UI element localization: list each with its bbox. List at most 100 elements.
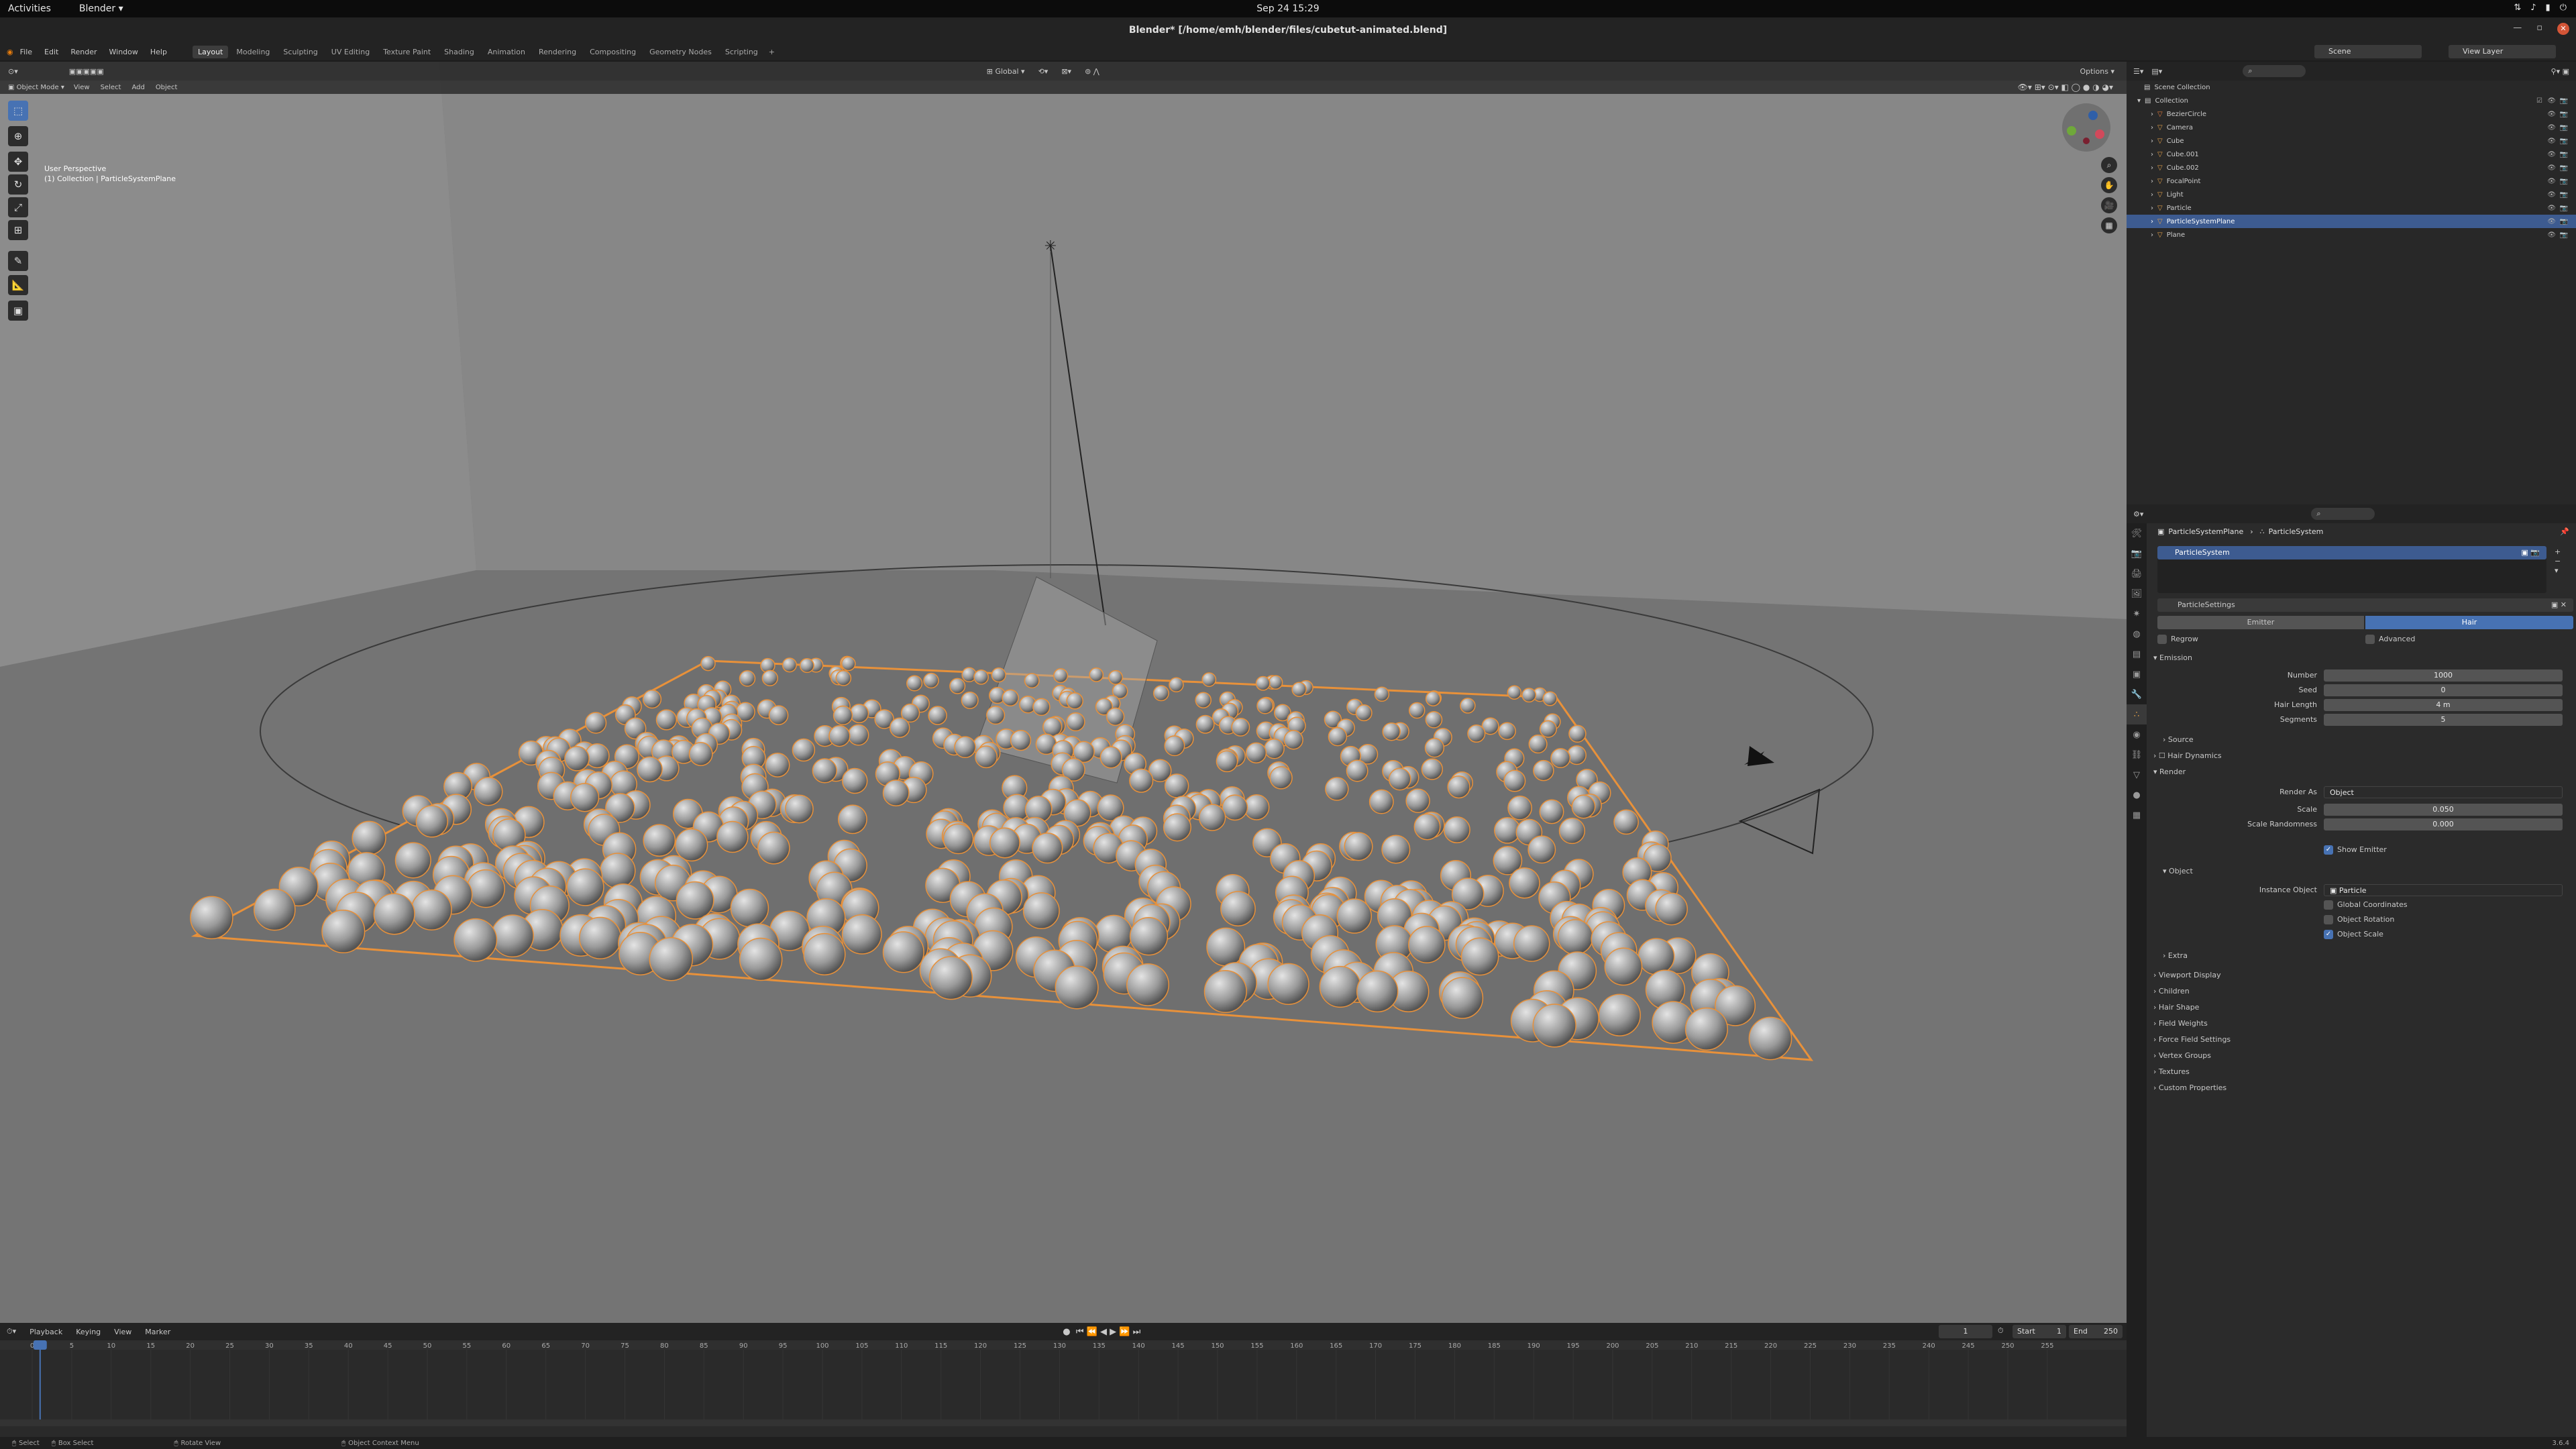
timeline-editor[interactable]: ⏱▾ Playback Keying View Marker ● ⏮ ⏪ ◀ ▶ ⏩ …: [0, 1323, 2127, 1437]
eye-icon[interactable]: 👁: [2547, 151, 2556, 158]
type-emitter-button[interactable]: Emitter: [2157, 616, 2364, 629]
panel-force-field-settings[interactable]: › Force Field Settings: [2153, 1032, 2231, 1048]
tab-geometry-nodes[interactable]: Geometry Nodes: [644, 46, 717, 58]
collection-tab-icon[interactable]: ▤: [2127, 644, 2147, 664]
shading-modes-icon[interactable]: 👁▾ ⊞▾ ⊙▾ ◧ ◯ ● ◑ ◕▾: [2018, 83, 2113, 92]
outliner-item[interactable]: › ▽ BezierCircle 👁 📷: [2127, 107, 2576, 121]
playhead-frame-marker[interactable]: [33, 1340, 47, 1350]
options-button[interactable]: Options ▾: [2075, 66, 2120, 77]
viewport-menu-select[interactable]: Select: [101, 84, 121, 91]
menu-render[interactable]: Render: [70, 48, 97, 56]
orientation-dropdown[interactable]: ⊞ Global ▾: [981, 66, 1030, 77]
properties-panel[interactable]: ⚙▾ ⌕ 🛠 📷 🖨 🖼 ✷ ◍ ▤ ▣ 🔧 ∴ ◉ ⛓ ▽ ● ▦ ▣ Par…: [2127, 504, 2576, 1442]
start-frame-field[interactable]: Start 1: [2012, 1325, 2066, 1338]
close-button[interactable]: ✕: [2557, 23, 2569, 35]
physics-tab-icon[interactable]: ◉: [2127, 724, 2147, 745]
snap-icon[interactable]: ⊠▾: [1056, 66, 1077, 77]
disclosure-triangle-icon[interactable]: ›: [2151, 231, 2153, 239]
scale-field[interactable]: 0.050: [2324, 804, 2563, 816]
proportional-edit-icon[interactable]: ⊚ ⋀: [1079, 66, 1105, 77]
object-rotation-checkbox[interactable]: [2324, 915, 2333, 924]
hair-length-field[interactable]: 4 m: [2324, 699, 2563, 711]
disclosure-triangle-icon[interactable]: ›: [2151, 151, 2153, 158]
eye-icon[interactable]: 👁: [2547, 164, 2556, 172]
scene-tab-icon[interactable]: ✷: [2127, 604, 2147, 624]
view-layer-tab-icon[interactable]: 🖼: [2127, 584, 2147, 604]
segments-field[interactable]: 5: [2324, 714, 2563, 726]
maximize-button[interactable]: ▫: [2536, 23, 2542, 35]
camera-render-icon[interactable]: 📷: [2560, 205, 2568, 212]
app-menu-button[interactable]: Blender ▾: [79, 3, 123, 14]
viewport-scene[interactable]: ✳: [0, 62, 2127, 1323]
outliner-item[interactable]: › ▽ Light 👁 📷: [2127, 188, 2576, 201]
outliner-search-icon[interactable]: ⌕: [2243, 65, 2306, 77]
view-layer-selector[interactable]: View Layer: [2449, 45, 2556, 58]
data-tab-icon[interactable]: ▽: [2127, 765, 2147, 785]
cursor-tool-icon[interactable]: ⊕: [8, 126, 28, 146]
tab-layout[interactable]: Layout: [192, 45, 229, 58]
camera-render-icon[interactable]: 📷: [2560, 231, 2568, 239]
tool-tab-icon[interactable]: 🛠: [2127, 523, 2147, 543]
camera-view-icon[interactable]: 🎥: [2101, 197, 2117, 213]
outliner-filter-icon[interactable]: ⚲▾ ▣: [2551, 67, 2569, 76]
menu-help[interactable]: Help: [150, 48, 167, 56]
disclosure-triangle-icon[interactable]: ›: [2151, 218, 2153, 225]
hair-dynamics-panel[interactable]: › ☐ Hair Dynamics: [2153, 751, 2222, 760]
system-tray[interactable]: ⇅ ♪ ▮ ⏻: [2514, 3, 2567, 13]
camera-render-icon[interactable]: 📷: [2560, 178, 2568, 185]
blender-logo-icon[interactable]: ◉: [7, 48, 13, 56]
select-mode-icons[interactable]: ▣▣▣▣▣: [64, 66, 109, 77]
viewport-menu-object[interactable]: Object: [156, 84, 178, 91]
object-tab-icon[interactable]: ▣: [2127, 664, 2147, 684]
viewport-menu-view[interactable]: View: [74, 84, 90, 91]
disclosure-triangle-icon[interactable]: ▾: [2137, 97, 2141, 105]
x-axis-icon[interactable]: [2095, 129, 2104, 139]
menu-window[interactable]: Window: [109, 48, 138, 56]
eye-icon[interactable]: 👁: [2547, 218, 2556, 225]
seed-field[interactable]: 0: [2324, 684, 2563, 696]
material-tab-icon[interactable]: ●: [2127, 785, 2147, 805]
camera-render-icon[interactable]: 📷: [2560, 138, 2568, 145]
add-workspace-button[interactable]: +: [769, 48, 775, 56]
add-cube-tool-icon[interactable]: ▣: [8, 301, 28, 321]
outliner-item[interactable]: › ▽ Cube 👁 📷: [2127, 134, 2576, 148]
playback-controls[interactable]: ● ⏮ ⏪ ◀ ▶ ⏩ ⏭: [1063, 1327, 1140, 1337]
source-subpanel[interactable]: › Source: [2163, 735, 2194, 744]
activities-button[interactable]: Activities: [8, 3, 51, 14]
tab-rendering[interactable]: Rendering: [533, 46, 582, 58]
particle-system-slot[interactable]: ParticleSystem ▣ 📷: [2157, 546, 2546, 559]
outliner-collection[interactable]: ▾ ▤ Collection ☑ 👁 📷: [2127, 94, 2576, 107]
panel-viewport-display[interactable]: › Viewport Display: [2153, 967, 2231, 983]
render-panel-header[interactable]: ▾ Render: [2153, 767, 2186, 776]
tab-uv-editing[interactable]: UV Editing: [326, 46, 375, 58]
advanced-checkbox[interactable]: [2365, 635, 2375, 644]
outliner-item[interactable]: › ▽ Cube.002 👁 📷: [2127, 161, 2576, 174]
timeline-menu-playback[interactable]: Playback: [23, 1326, 69, 1338]
camera-render-icon[interactable]: 📷: [2560, 97, 2568, 105]
object-scale-checkbox[interactable]: ✓: [2324, 930, 2333, 939]
disclosure-triangle-icon[interactable]: ›: [2151, 138, 2153, 145]
sun-light-icon[interactable]: ✳: [1044, 238, 1057, 255]
pin-icon[interactable]: 📌: [2560, 527, 2569, 536]
disclosure-triangle-icon[interactable]: ›: [2151, 205, 2153, 212]
panel-vertex-groups[interactable]: › Vertex Groups: [2153, 1048, 2231, 1064]
timeline-menu-keying[interactable]: Keying: [69, 1326, 107, 1338]
menu-file[interactable]: File: [20, 48, 32, 56]
timeline-ruler[interactable]: 0 5 10 15 20 25 30 35 40 45 50 55 60 65 70 75 80 85 90 95 10…: [0, 1340, 2127, 1437]
outliner-display-mode-icon[interactable]: ▤▾: [2151, 67, 2162, 76]
object-mode-dropdown[interactable]: ▣ Object Mode ▾: [8, 84, 64, 91]
outliner-item[interactable]: › ▽ Cube.001 👁 📷: [2127, 148, 2576, 161]
camera-render-icon[interactable]: 📷: [2560, 191, 2568, 199]
panel-custom-properties[interactable]: › Custom Properties: [2153, 1080, 2231, 1096]
settings-browse-icons[interactable]: ▣ ✕: [2551, 598, 2567, 612]
tab-compositing[interactable]: Compositing: [584, 46, 641, 58]
viewport-menu-add[interactable]: Add: [131, 84, 144, 91]
y-axis-icon[interactable]: [2067, 126, 2076, 136]
tab-sculpting[interactable]: Sculpting: [278, 46, 323, 58]
eye-icon[interactable]: 👁: [2547, 178, 2556, 185]
current-frame-field[interactable]: 1: [1939, 1325, 1992, 1338]
eye-icon[interactable]: 👁: [2547, 97, 2556, 105]
properties-search-icon[interactable]: ⌕: [2311, 508, 2375, 520]
global-coordinates-checkbox[interactable]: [2324, 900, 2333, 910]
tab-texture-paint[interactable]: Texture Paint: [378, 46, 436, 58]
